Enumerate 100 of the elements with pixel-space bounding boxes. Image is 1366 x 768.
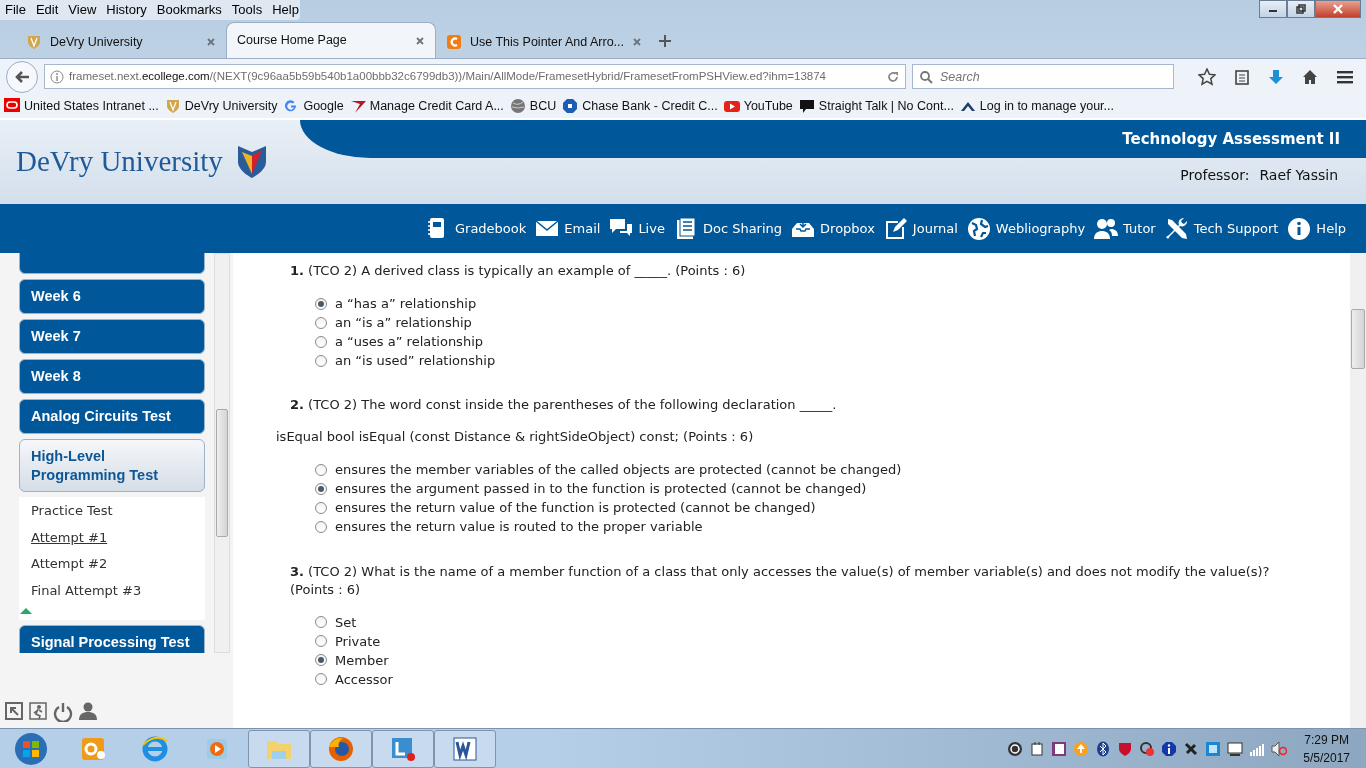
section-button[interactable]: Analog Circuits Test — [19, 399, 205, 434]
tools-icon — [1164, 216, 1189, 241]
section-button[interactable]: Week 7 — [19, 319, 205, 354]
taskbar-app[interactable] — [372, 729, 434, 768]
scrollbar[interactable] — [214, 253, 230, 653]
submenu-link[interactable]: Final Attempt #3 — [31, 580, 193, 600]
shield-m-icon[interactable] — [1117, 740, 1134, 757]
info-icon[interactable] — [1161, 740, 1178, 757]
muted-speaker-icon[interactable] — [1271, 740, 1288, 757]
nav-link[interactable]: Email — [535, 216, 601, 241]
radio-button[interactable] — [315, 673, 327, 686]
info-icon — [1287, 216, 1312, 241]
bookmark[interactable]: BCU — [509, 96, 557, 116]
submenu-link[interactable]: Attempt #1 — [31, 527, 193, 547]
sync-error-icon[interactable] — [1139, 740, 1156, 757]
section-button[interactable]: Signal Processing Test — [19, 625, 205, 653]
clock-date[interactable]: 5/5/2017 — [1303, 748, 1350, 767]
taskbar-app[interactable] — [434, 729, 496, 768]
close-icon[interactable] — [206, 37, 216, 47]
nav-link[interactable]: Live — [609, 216, 665, 241]
browser-e-icon — [141, 734, 169, 763]
new-tab-icon[interactable] — [658, 34, 672, 48]
power-icon[interactable] — [53, 702, 73, 722]
section-button[interactable]: Week 8 — [19, 359, 205, 394]
address-bar[interactable]: frameset.next.ecollege.com/(NEXT(9c96aa5b59b540b1a00bbb32c6799db3))/Main/AllMode/FramesetHybrid/FramesetFromPSHView.ed?ihm=13874 — [44, 64, 906, 89]
reload-icon[interactable] — [886, 69, 900, 84]
radio-button[interactable] — [315, 297, 327, 310]
browser-tab[interactable]: DeVry University — [16, 26, 226, 58]
browser-tab[interactable]: Use This Pointer And Arro... — [436, 26, 646, 58]
menu-item[interactable]: Tools — [226, 0, 268, 20]
option-label: Set — [335, 613, 357, 632]
radio-button[interactable] — [315, 521, 327, 534]
shield-icon — [164, 98, 181, 114]
user-icon[interactable] — [79, 702, 97, 720]
monitor-icon[interactable] — [1227, 740, 1244, 757]
radio-button[interactable] — [315, 316, 327, 329]
menu-item[interactable]: Edit — [30, 0, 64, 20]
bluetooth-icon[interactable] — [1095, 740, 1112, 757]
menu-icon[interactable] — [1336, 68, 1354, 85]
bookmark[interactable]: Log in to manage your... — [959, 96, 1114, 116]
radio-button[interactable] — [315, 502, 327, 515]
word-icon — [451, 734, 479, 763]
collapse-arrow-icon[interactable] — [20, 607, 32, 614]
nav-link[interactable]: Gradebook — [425, 216, 527, 241]
section-button[interactable]: Week 6 — [19, 279, 205, 314]
nav-link[interactable]: Dropbox — [791, 216, 875, 241]
radio-button[interactable] — [315, 654, 327, 667]
bookmark[interactable]: Chase Bank - Credit C... — [562, 96, 718, 116]
radio-button[interactable] — [315, 616, 327, 629]
globe-icon — [966, 216, 991, 241]
minimize-button[interactable] — [1259, 0, 1287, 18]
menu-item[interactable]: Help — [267, 0, 304, 20]
radio-button[interactable] — [315, 335, 327, 348]
clock-time[interactable]: 7:29 PM — [1303, 730, 1350, 749]
submenu-link[interactable]: Attempt #2 — [31, 554, 193, 574]
option-label: a “uses a” relationship — [335, 332, 483, 351]
section-button[interactable]: High-Level Programming Test — [19, 439, 205, 492]
search-field[interactable]: Search — [912, 64, 1174, 89]
restore-button[interactable] — [1287, 0, 1315, 18]
radio-button[interactable] — [315, 635, 327, 648]
bookmark[interactable]: Google — [283, 96, 344, 116]
bookmark[interactable]: Manage Credit Card A... — [349, 96, 504, 116]
nav-link[interactable]: Doc Sharing — [673, 216, 783, 241]
menu-item[interactable]: Bookmarks — [151, 0, 227, 20]
scrollbar[interactable] — [1350, 253, 1366, 728]
radio-button[interactable] — [315, 354, 327, 367]
home-icon[interactable] — [1302, 68, 1318, 85]
star-icon[interactable] — [1198, 67, 1216, 86]
radio-button[interactable] — [315, 483, 327, 496]
bookmark[interactable]: Straight Talk | No Cont... — [798, 96, 954, 116]
people-icon — [1094, 216, 1119, 241]
close-icon[interactable] — [632, 37, 642, 47]
exit-icon[interactable] — [29, 702, 47, 720]
close-icon[interactable] — [415, 35, 425, 46]
close-button[interactable] — [1315, 0, 1361, 18]
bookmark[interactable]: DeVry University — [164, 96, 278, 116]
radio-button[interactable] — [315, 464, 327, 477]
nav-link[interactable]: Webliography — [966, 216, 1086, 241]
pop-out-icon[interactable] — [5, 702, 23, 720]
nav-link[interactable]: Help — [1287, 216, 1346, 241]
play-icon — [723, 98, 740, 114]
nav-link[interactable]: Tech Support — [1164, 216, 1279, 241]
browser-tab[interactable]: Course Home Page — [226, 22, 436, 58]
speech-bubble-icon — [798, 98, 815, 114]
option-label: a “has a” relationship — [335, 294, 477, 313]
taskbar-app[interactable] — [310, 729, 372, 768]
download-icon[interactable] — [1268, 68, 1284, 85]
option-label: ensures the argument passed in to the function is protected (cannot be changed) — [335, 480, 867, 499]
reading-list-icon[interactable] — [1234, 68, 1250, 85]
nav-link[interactable]: Journal — [883, 216, 958, 241]
bookmark[interactable]: United States Intranet ... — [4, 96, 159, 116]
submenu-link[interactable]: Practice Test — [31, 501, 193, 521]
course-title: Technology Assessment II — [1122, 128, 1340, 150]
menu-item[interactable]: History — [101, 0, 152, 20]
nav-link[interactable]: Tutor — [1094, 216, 1156, 241]
menu-item[interactable]: View — [63, 0, 102, 20]
close-icon — [1332, 4, 1344, 14]
menu-item[interactable]: File — [0, 0, 31, 20]
bookmark[interactable]: YouTube — [723, 96, 793, 116]
back-button[interactable] — [6, 60, 38, 93]
